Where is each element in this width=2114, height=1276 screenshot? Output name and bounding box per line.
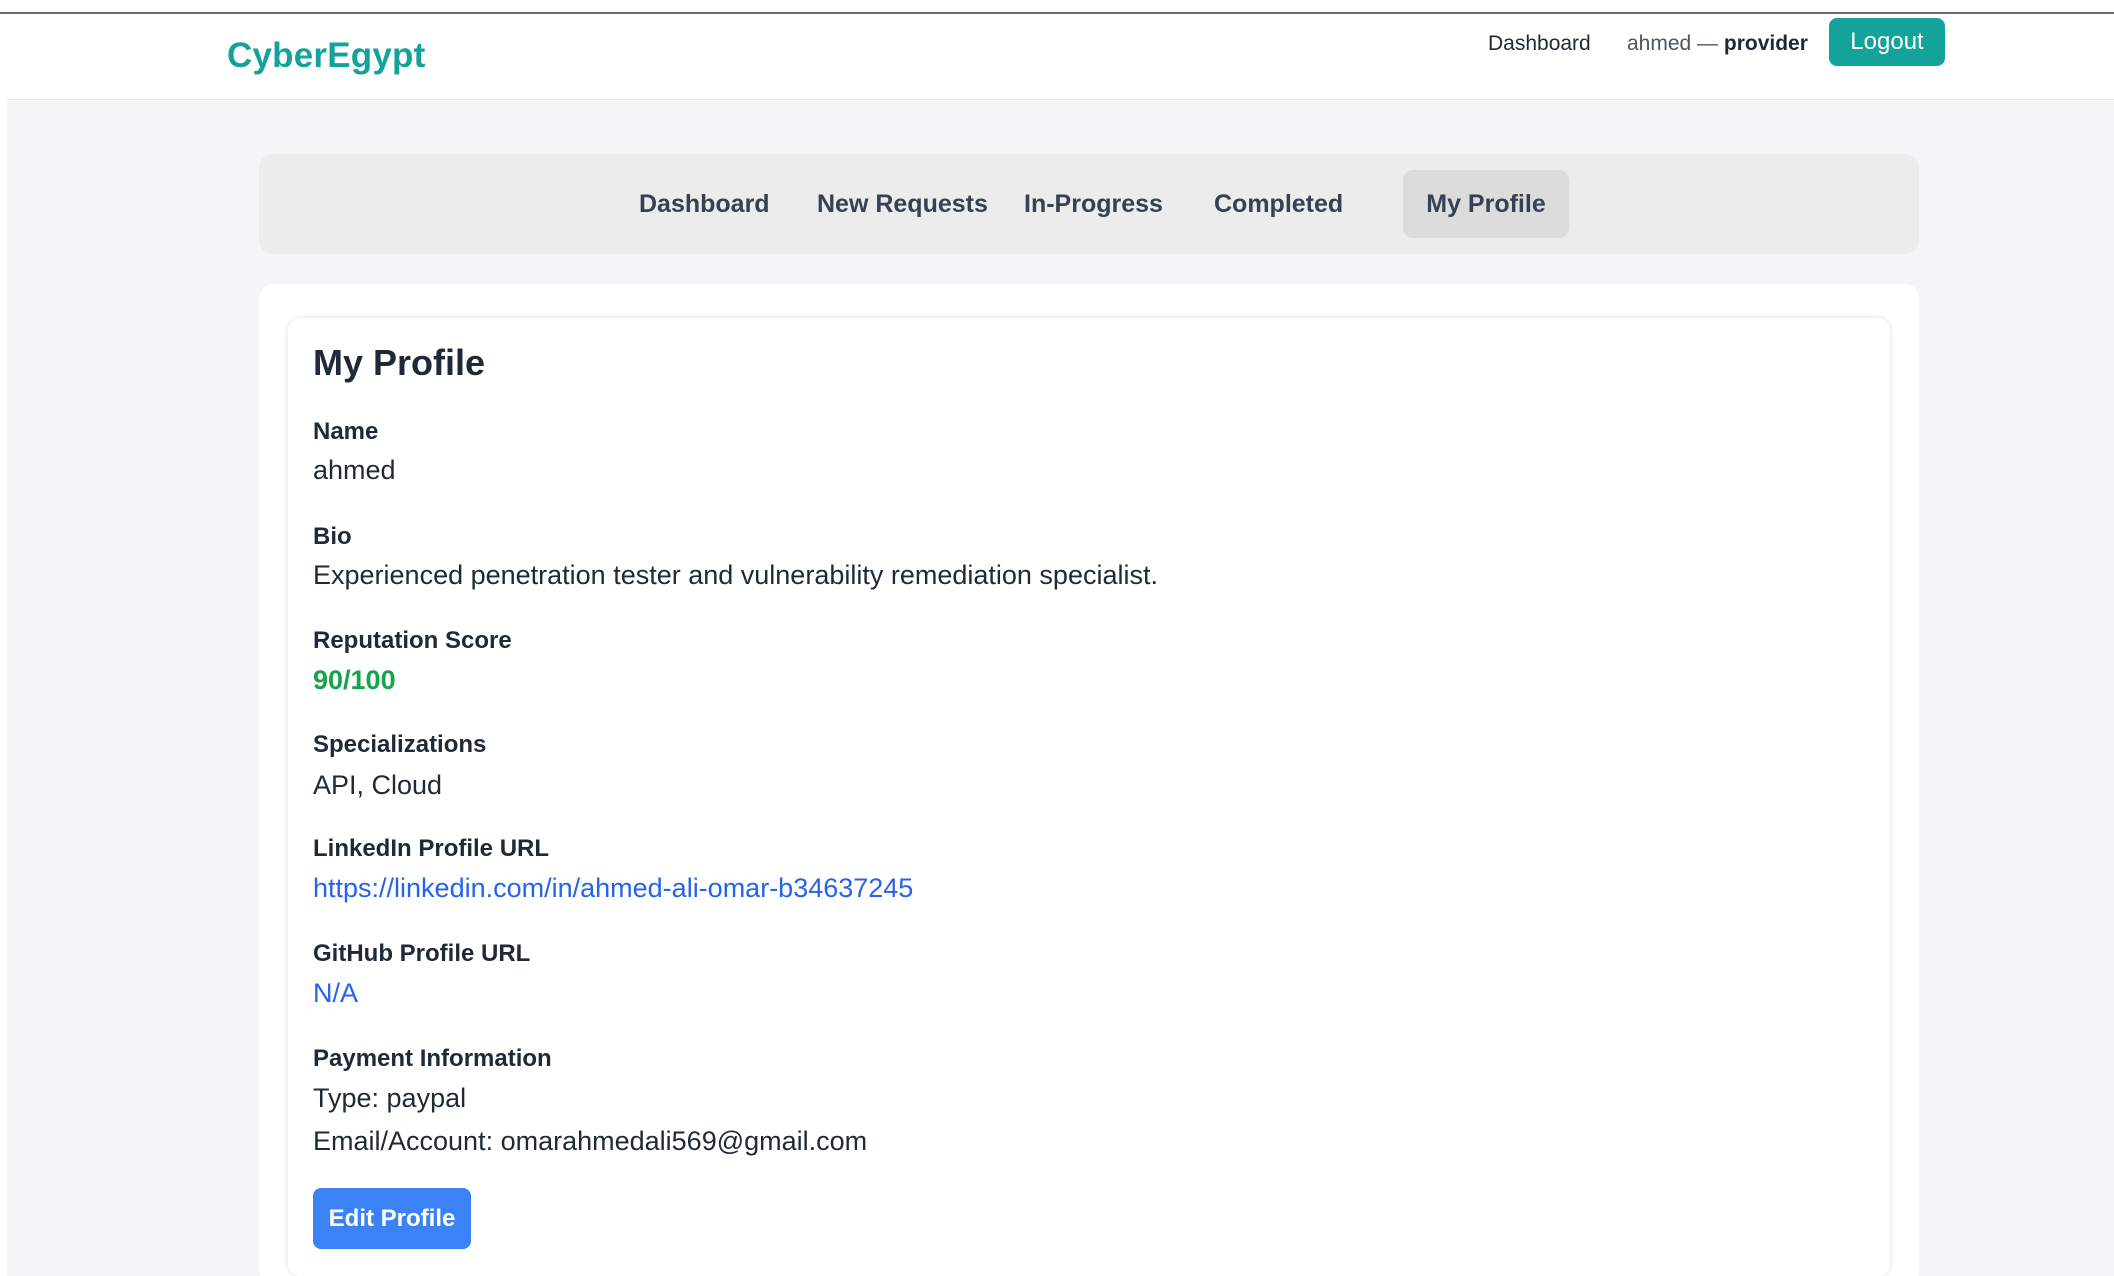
header-dashboard-link[interactable]: Dashboard: [1488, 32, 1591, 56]
user-name: ahmed: [1627, 32, 1692, 55]
reputation-label: Reputation Score: [313, 627, 512, 654]
page-title: My Profile: [313, 342, 486, 383]
specializations-value: API, Cloud: [313, 770, 443, 800]
top-navbar: CyberEgypt: [7, 14, 2114, 100]
github-link[interactable]: N/A: [313, 978, 358, 1009]
logout-button[interactable]: Logout: [1829, 18, 1945, 66]
left-edge: [0, 14, 7, 1276]
brand-logo[interactable]: CyberEgypt: [227, 36, 425, 76]
bio-label: Bio: [313, 523, 352, 550]
specializations-label: Specializations: [313, 731, 487, 758]
bio-value: Experienced penetration tester and vulne…: [313, 560, 1158, 590]
current-user-indicator: ahmed — provider: [1627, 32, 1808, 56]
tab-completed[interactable]: Completed: [1192, 170, 1365, 238]
tab-dashboard[interactable]: Dashboard: [617, 170, 792, 238]
payment-type: Type: paypal: [313, 1083, 467, 1113]
edit-profile-button[interactable]: Edit Profile: [313, 1188, 471, 1249]
reputation-score: 90/100: [313, 665, 396, 695]
payment-account: Email/Account: omarahmedali569@gmail.com: [313, 1126, 868, 1156]
provider-tab-bar: Dashboard New Requests In-Progress Compl…: [259, 154, 1919, 254]
linkedin-label: LinkedIn Profile URL: [313, 835, 550, 862]
payment-label: Payment Information: [313, 1045, 552, 1072]
user-role: provider: [1723, 32, 1808, 55]
tab-in-progress[interactable]: In-Progress: [1002, 170, 1185, 238]
tab-new-requests[interactable]: New Requests: [795, 170, 1010, 238]
name-label: Name: [313, 418, 379, 445]
name-value: ahmed: [313, 455, 396, 485]
user-separator: —: [1691, 32, 1724, 55]
tab-my-profile[interactable]: My Profile: [1403, 170, 1569, 238]
github-label: GitHub Profile URL: [313, 940, 531, 967]
page: CyberEgypt Dashboard ahmed — provider Lo…: [0, 0, 2114, 1276]
linkedin-link[interactable]: https://linkedin.com/in/ahmed-ali-omar-b…: [313, 873, 913, 904]
